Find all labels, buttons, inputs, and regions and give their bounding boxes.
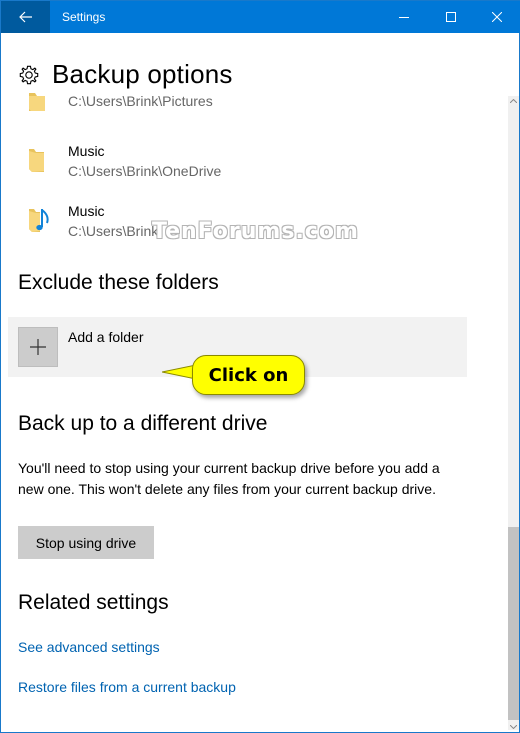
chevron-down-icon xyxy=(510,725,517,729)
backup-folder-item[interactable]: Music C:\Users\Brink xyxy=(18,201,158,241)
settings-content: Backup options C:\Users\Brink\Pictures M… xyxy=(2,33,507,733)
exclude-section-title: Exclude these folders xyxy=(18,271,219,294)
restore-files-link[interactable]: Restore files from a current backup xyxy=(18,679,236,695)
folder-icon xyxy=(18,141,54,177)
watermark: TenForums.com xyxy=(152,219,359,244)
folder-path: C:\Users\Brink\OneDrive xyxy=(68,163,222,179)
backup-folder-item[interactable]: C:\Users\Brink\Pictures xyxy=(18,91,213,127)
close-icon xyxy=(492,12,502,22)
callout-pointer xyxy=(162,364,196,380)
minimize-button[interactable] xyxy=(381,1,427,33)
gear-icon xyxy=(19,65,39,84)
back-button[interactable] xyxy=(1,1,50,33)
plus-icon xyxy=(30,339,46,355)
folder-name: Music xyxy=(68,203,105,219)
maximize-icon xyxy=(446,12,456,22)
folder-path: C:\Users\Brink\Pictures xyxy=(68,93,213,109)
related-settings-title: Related settings xyxy=(18,591,169,614)
scroll-up-button[interactable] xyxy=(508,96,519,106)
title-bar: Settings xyxy=(1,1,520,33)
plus-icon-box xyxy=(18,327,58,367)
different-drive-title: Back up to a different drive xyxy=(18,412,268,435)
window-title: Settings xyxy=(62,10,106,24)
folder-name: Music xyxy=(68,143,105,159)
settings-window: Settings Backup options C:\Users\Brink\P… xyxy=(0,0,520,733)
scrollbar-thumb[interactable] xyxy=(508,527,519,720)
callout-annotation: Click on xyxy=(192,355,305,395)
folder-path: C:\Users\Brink xyxy=(68,223,159,239)
page-header: Backup options xyxy=(18,59,233,90)
maximize-button[interactable] xyxy=(428,1,474,33)
add-folder-label: Add a folder xyxy=(68,329,144,345)
chevron-up-icon xyxy=(510,99,517,103)
close-button[interactable] xyxy=(474,1,520,33)
see-advanced-settings-link[interactable]: See advanced settings xyxy=(18,639,160,655)
vertical-scrollbar[interactable] xyxy=(508,50,519,733)
minimize-icon xyxy=(399,17,409,18)
folder-icon xyxy=(18,91,54,127)
scroll-down-button[interactable] xyxy=(508,722,519,732)
stop-using-drive-button[interactable]: Stop using drive xyxy=(18,526,154,559)
different-drive-description: You'll need to stop using your current b… xyxy=(18,460,440,497)
back-arrow-icon xyxy=(18,11,32,23)
backup-folder-item[interactable]: Music C:\Users\Brink\OneDrive xyxy=(18,141,221,181)
music-folder-icon xyxy=(18,201,54,237)
page-title: Backup options xyxy=(52,59,233,89)
